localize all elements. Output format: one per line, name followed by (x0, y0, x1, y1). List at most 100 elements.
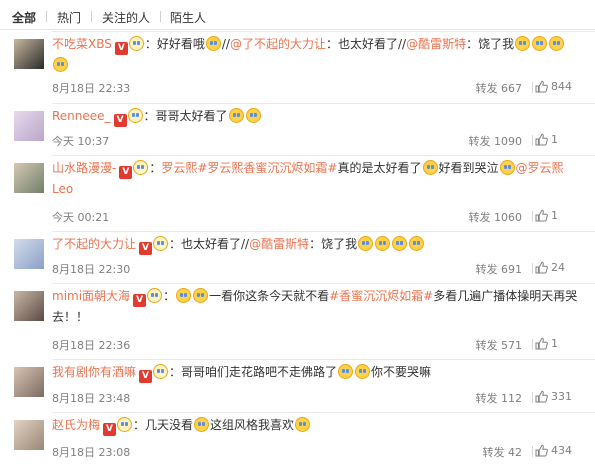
member-medal-icon (128, 36, 144, 51)
comment-text: 不吃菜XBS V ：好好看哦 //@了不起的大力让：也太好看了//@酷雷斯特：饶了我 (52, 34, 581, 75)
hashtag-link[interactable]: #罗云熙香蜜沉沉烬如霜# (197, 161, 337, 175)
comment-text-segment: ：哥哥咱们走花路吧不走佛路了 (169, 365, 338, 379)
repost-button[interactable]: 转发 1060 (469, 209, 523, 225)
avatar[interactable] (14, 163, 44, 193)
tab-hot[interactable]: 热门 (57, 9, 81, 26)
username-link[interactable]: 不吃菜XBS (52, 37, 112, 51)
like-button[interactable]: 1 (535, 337, 558, 353)
comment-text: Renneee_ V ：哥哥太好看了 (52, 106, 581, 127)
mention-link[interactable]: @酷雷斯特 (406, 37, 466, 51)
comment-timestamp: 8月18日 23:48 (52, 392, 131, 405)
action-separator (532, 339, 533, 350)
avatar[interactable] (14, 239, 44, 269)
action-separator (532, 135, 533, 146)
comment-text-segment: 好看到哭泣 (438, 161, 499, 175)
like-button[interactable]: 1 (535, 209, 558, 225)
avatar[interactable] (14, 291, 44, 321)
like-count: 1 (551, 337, 558, 350)
comment-text-segment: 一看你这条今天就不看 (209, 289, 330, 303)
mention-link[interactable]: @了不起的大力让 (230, 37, 326, 51)
like-button[interactable]: 1 (535, 133, 558, 149)
comment-text-segment: ：几天没看 (133, 418, 194, 432)
comment-text-segment: ： (149, 161, 162, 175)
username-link[interactable]: 我有剧你有酒嘛 (52, 365, 136, 379)
emoji-icon (176, 288, 192, 303)
repost-button[interactable]: 转发 691 (476, 261, 523, 277)
action-separator (532, 392, 533, 403)
comment-text-segment: 这组风格我喜欢 (210, 418, 295, 432)
mention-link[interactable]: 罗云熙 (161, 161, 197, 175)
emoji-icon (499, 160, 515, 175)
comment-text-segment: ：饶了我 (309, 237, 358, 251)
like-count: 1 (551, 209, 558, 222)
comment-divider (52, 155, 595, 156)
verified-badge-icon: V (133, 294, 147, 307)
member-medal-icon (147, 288, 163, 303)
like-count: 331 (551, 390, 572, 403)
verified-badge-icon: V (119, 166, 133, 179)
member-medal-icon (127, 108, 143, 123)
member-medal-icon (153, 364, 169, 379)
like-button[interactable]: 844 (535, 80, 572, 96)
emoji-icon (295, 417, 311, 432)
action-separator (532, 263, 533, 274)
username-link[interactable]: mimi面朝大海 (52, 289, 130, 303)
comment-text-segment: // (221, 37, 230, 51)
like-button[interactable]: 24 (535, 261, 565, 277)
comment-divider (52, 231, 595, 232)
username-link[interactable]: 了不起的大力让 (52, 237, 136, 251)
tab-separator (91, 11, 92, 22)
repost-button[interactable]: 转发 42 (483, 444, 523, 460)
emoji-icon (549, 36, 565, 51)
emoji-icon (193, 288, 209, 303)
like-count: 434 (551, 444, 572, 457)
repost-button[interactable]: 转发 1090 (469, 133, 523, 149)
comment-divider (52, 31, 595, 32)
avatar[interactable] (14, 39, 44, 69)
comment-item: 我有剧你有酒嘛 V ：哥哥咱们走花路吧不走佛路了 你不要哭嘛 8月18日 23:48 转发… (0, 359, 595, 412)
emoji-icon (392, 236, 408, 251)
avatar[interactable] (14, 111, 44, 141)
comment-text-segment: 你不要哭嘛 (371, 365, 432, 379)
avatar[interactable] (14, 420, 44, 450)
comment-divider (52, 283, 595, 284)
avatar[interactable] (14, 367, 44, 397)
like-count: 1 (551, 133, 558, 146)
action-separator (532, 211, 533, 222)
thumbs-up-icon (535, 390, 548, 406)
like-button[interactable]: 434 (535, 444, 572, 460)
comment-divider (52, 103, 595, 104)
emoji-icon (515, 36, 531, 51)
comment-timestamp: 今天 00:21 (52, 211, 110, 224)
comment-timestamp: 今天 10:37 (52, 135, 110, 148)
username-link[interactable]: 赵氏为梅 (52, 418, 100, 432)
comment-item: mimi面朝大海 V：一看你这条今天就不看#香蜜沉沉烬如霜#多看几遍广播体操明天再… (0, 283, 595, 359)
comment-text-segment: 真的是太好看了 (337, 161, 422, 175)
tab-strangers[interactable]: 陌生人 (170, 9, 206, 26)
tab-following[interactable]: 关注的人 (102, 9, 150, 26)
thumbs-up-icon (535, 261, 548, 277)
like-button[interactable]: 331 (535, 390, 572, 406)
emoji-icon (409, 236, 425, 251)
mention-link[interactable]: @酷雷斯特 (249, 237, 309, 251)
member-medal-icon (117, 417, 133, 432)
comment-text-segment: ：也太好看了// (326, 37, 407, 51)
comment-item: 不吃菜XBS V ：好好看哦 //@了不起的大力让：也太好看了//@酷雷斯特：饶了我 8… (0, 31, 595, 103)
hashtag-link[interactable]: #香蜜沉沉烬如霜# (329, 289, 433, 303)
username-link[interactable]: 山水路漫漫- (52, 161, 116, 175)
like-count: 24 (551, 261, 565, 274)
comment-divider (52, 412, 595, 413)
verified-badge-icon: V (103, 423, 117, 436)
emoji-icon (228, 108, 244, 123)
comment-timestamp: 8月18日 23:08 (52, 446, 131, 459)
thumbs-up-icon (535, 209, 548, 225)
username-link[interactable]: Renneee_ (52, 109, 111, 123)
comment-text: 山水路漫漫- V ：罗云熙#罗云熙香蜜沉沉烬如霜#真的是太好看了 好看到哭泣 @罗云熙L… (52, 158, 581, 199)
comment-text: 赵氏为梅 V ：几天没看 这组风格我喜欢 (52, 415, 581, 436)
repost-button[interactable]: 转发 571 (476, 337, 523, 353)
member-medal-icon (133, 160, 149, 175)
emoji-icon (245, 108, 261, 123)
repost-button[interactable]: 转发 112 (476, 390, 523, 406)
tab-all[interactable]: 全部 (12, 9, 36, 26)
repost-button[interactable]: 转发 667 (476, 80, 523, 96)
